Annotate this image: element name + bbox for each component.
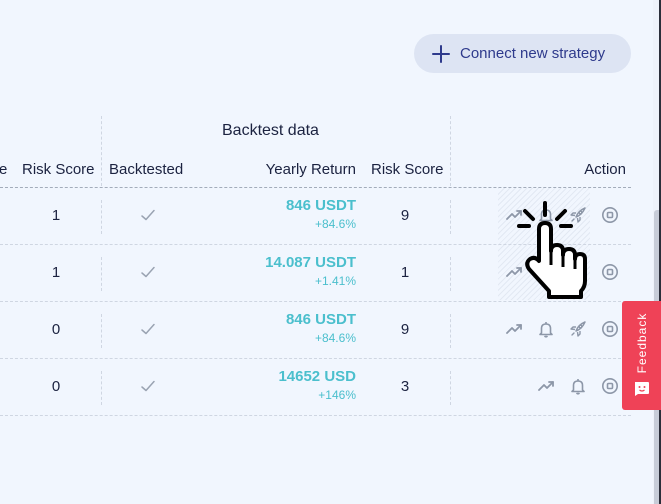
backtest-risk-score-value: 9 [400,207,410,224]
yearly-return-cell: 846 USDT +84.6% [286,197,356,232]
column-divider [450,116,451,186]
stop-icon[interactable] [601,206,619,224]
column-divider [101,371,102,405]
stop-icon[interactable] [601,320,619,338]
yearly-return-amount: 14.087 USDT [265,254,356,271]
yearly-return-amount: 846 USDT [285,311,356,328]
column-divider [450,314,451,348]
stop-icon[interactable] [601,263,619,281]
column-divider [101,314,102,348]
row-divider [0,415,631,416]
bell-icon[interactable] [569,377,587,395]
backtest-risk-score-value: 9 [400,321,410,338]
column-header-yearly-return[interactable]: Yearly Return [266,161,356,178]
checkmark-icon [141,322,155,335]
bell-icon[interactable] [537,263,555,281]
column-divider [101,200,102,234]
yearly-return-amount: 14652 USD [278,368,356,385]
risk-score-value: 0 [51,378,61,395]
checkmark-icon [141,379,155,392]
backtest-data-group-header: Backtest data [222,122,319,139]
yearly-return-amount: 846 USDT [285,197,356,214]
column-header-backtest-risk-score[interactable]: Risk Score [371,161,444,178]
connect-new-strategy-label: Connect new strategy [460,45,606,62]
stop-icon[interactable] [601,377,619,395]
trend-icon[interactable] [505,206,523,224]
rocket-icon[interactable] [569,206,587,224]
yearly-return-cell: 14.087 USDT +1.41% [265,254,356,289]
risk-score-value: 0 [51,321,61,338]
column-header-partial: e [0,161,8,178]
yearly-return-percent: +146% [318,388,356,402]
risk-score-value: 1 [51,207,61,224]
yearly-return-percent: +1.41% [314,274,356,288]
feedback-tab[interactable]: Feedback [622,301,661,410]
rocket-icon[interactable] [569,263,587,281]
column-header-action: Action [584,161,626,178]
plus-icon [432,44,450,63]
column-header-risk-score[interactable]: Risk Score [22,161,95,178]
bell-icon[interactable] [537,320,555,338]
column-divider [450,200,451,234]
yearly-return-percent: +84.6% [314,331,356,345]
connect-new-strategy-button[interactable]: Connect new strategy [414,34,631,73]
column-divider [101,116,102,186]
bell-icon[interactable] [537,206,555,224]
checkmark-icon [141,265,155,278]
yearly-return-cell: 14652 USD +146% [278,368,356,403]
column-divider [450,371,451,405]
yearly-return-percent: +84.6% [314,217,356,231]
rocket-icon[interactable] [569,320,587,338]
yearly-return-cell: 846 USDT +84.6% [286,311,356,346]
trend-icon[interactable] [505,263,523,281]
trend-icon[interactable] [537,377,555,395]
column-divider [101,257,102,291]
column-header-backtested[interactable]: Backtested [109,161,183,178]
feedback-label: Feedback [634,312,649,374]
column-divider [450,257,451,291]
trend-icon[interactable] [505,320,523,338]
backtest-risk-score-value: 3 [400,378,410,395]
risk-score-value: 1 [51,264,61,281]
feedback-face-icon [635,382,649,396]
checkmark-icon [141,208,155,221]
backtest-risk-score-value: 1 [400,264,410,281]
